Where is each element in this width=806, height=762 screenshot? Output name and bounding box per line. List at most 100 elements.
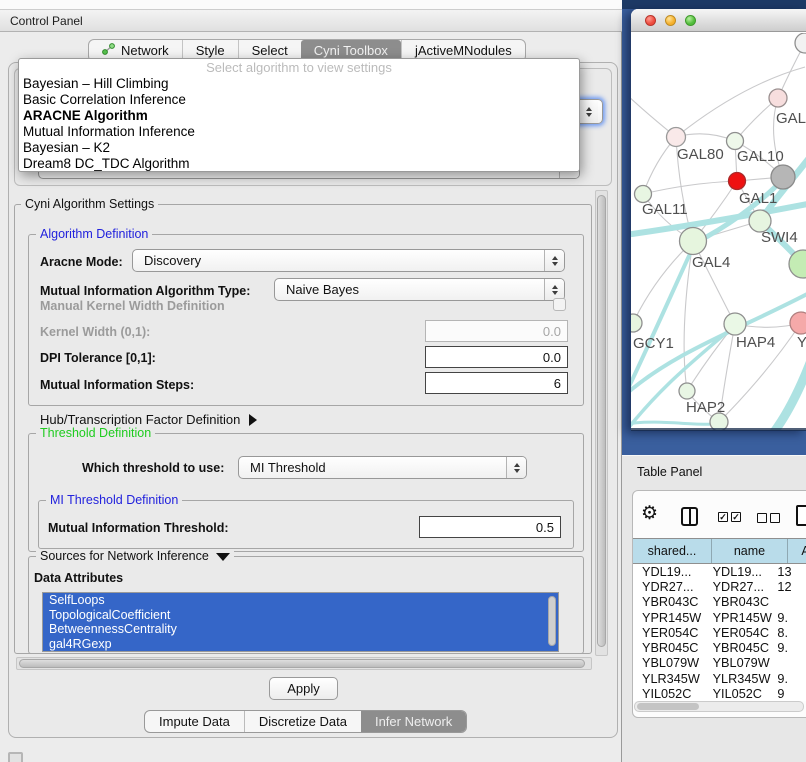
expand-arrow-icon[interactable] — [249, 414, 257, 426]
network-node[interactable] — [724, 313, 746, 335]
algorithm-dropdown-list[interactable]: Select algorithm to view settings Bayesi… — [18, 58, 580, 172]
dropdown-item[interactable]: Mutual Information Inference — [19, 124, 579, 140]
table-cell: YLR345W — [705, 672, 774, 686]
attribute-item[interactable]: gal4RGexp — [43, 637, 558, 652]
mi-threshold-input[interactable]: 0.5 — [419, 516, 561, 538]
manual-kernel-width-checkbox[interactable] — [553, 298, 566, 311]
column-header[interactable]: shared... — [633, 539, 712, 563]
deselect-all-checkbox-icon[interactable] — [757, 513, 767, 523]
table-header-row[interactable]: shared...nameA — [633, 538, 806, 564]
mi-steps-input[interactable]: 6 — [425, 372, 568, 394]
column-header[interactable]: name — [712, 539, 788, 563]
hscroll-thumb[interactable] — [19, 659, 585, 668]
node-label: GAL4 — [692, 254, 730, 271]
table-cell: YDL19... — [633, 565, 705, 579]
table-cell: 13 — [773, 565, 806, 579]
data-attributes-list[interactable]: SelfLoopsTopologicalCoefficientBetweenne… — [42, 592, 559, 652]
table-row[interactable]: YDR27...YDR27...12 — [633, 579, 806, 594]
network-node[interactable] — [790, 312, 806, 334]
sources-group-title[interactable]: Sources for Network Inference — [36, 549, 234, 563]
dropdown-item[interactable]: Bayesian – Hill Climbing — [19, 76, 579, 92]
tab-infer-network[interactable]: Infer Network — [361, 711, 466, 732]
which-threshold-combobox[interactable]: MI Threshold — [238, 456, 527, 479]
apply-button[interactable]: Apply — [269, 677, 338, 700]
hub-definition-toggle[interactable]: Hub/Transcription Factor Definition — [40, 412, 257, 427]
network-node[interactable] — [727, 133, 744, 150]
control-panel-titlebar[interactable]: Control Panel ✕ — [0, 9, 622, 32]
combo-stepper-icon[interactable] — [544, 250, 564, 271]
table-cell: YER054C — [633, 626, 705, 640]
table-rows[interactable]: YDL19...YDL19...13YDR27...YDR27...12YBR0… — [633, 564, 806, 701]
zoom-traffic-light[interactable] — [685, 15, 696, 26]
dropdown-item[interactable]: ARACNE Algorithm — [19, 108, 579, 124]
table-horizontal-scrollbar[interactable] — [634, 701, 804, 712]
network-node[interactable] — [771, 165, 795, 189]
minimize-traffic-light[interactable] — [665, 15, 676, 26]
select-all-checkbox-icon[interactable]: ✓ — [718, 512, 728, 522]
columns-icon[interactable] — [681, 507, 698, 526]
close-traffic-light[interactable] — [645, 15, 656, 26]
kernel-width-label: Kernel Width (0,1): — [40, 325, 150, 339]
dropdown-items: Bayesian – Hill ClimbingBasic Correlatio… — [19, 76, 579, 173]
table-row[interactable]: YBL079WYBL079W — [633, 656, 806, 671]
table-cell: YIL052C — [705, 687, 774, 701]
dropdown-item[interactable]: Basic Correlation Inference — [19, 92, 579, 108]
tab-discretize-data[interactable]: Discretize Data — [244, 711, 361, 732]
network-window-titlebar[interactable] — [631, 9, 806, 32]
network-edge-weighted[interactable] — [774, 363, 806, 430]
network-canvas[interactable]: GALGAL80GAL10GAL1GAL11SWI4GAL4GCY1HAP4YH… — [631, 33, 806, 430]
mi-steps-label: Mutual Information Steps: — [40, 378, 194, 392]
select-all-checkbox-icon[interactable]: ✓ — [731, 512, 741, 522]
table-cell: YBL079W — [705, 656, 774, 670]
gear-icon[interactable]: ⚙ — [641, 504, 658, 523]
combo-stepper-icon[interactable] — [578, 100, 598, 123]
table-row[interactable]: YER054CYER054C8. — [633, 625, 806, 640]
dpi-tolerance-input[interactable]: 0.0 — [425, 346, 568, 368]
deselect-all-checkbox-icon[interactable] — [770, 513, 780, 523]
table-row[interactable]: YBR043CYBR043C — [633, 595, 806, 610]
table-row[interactable]: YPR145WYPR145W9. — [633, 610, 806, 625]
table-hscroll-thumb[interactable] — [637, 703, 699, 710]
table-cell: YDR27... — [705, 580, 774, 594]
collapse-arrow-icon[interactable] — [216, 553, 230, 561]
dropdown-item[interactable]: Bayesian – K2 — [19, 140, 579, 156]
mi-algorithm-type-combobox[interactable]: Naive Bayes — [274, 278, 565, 301]
network-node[interactable] — [795, 33, 806, 53]
tab-impute-data[interactable]: Impute Data — [145, 711, 244, 732]
table-cell: YPR145W — [633, 611, 705, 625]
algorithm-combobox-fragment[interactable] — [577, 99, 603, 124]
table-row[interactable]: YBR045CYBR045C9. — [633, 640, 806, 655]
dropdown-item[interactable]: Dream8 DC_TDC Algorithm — [19, 156, 579, 172]
network-node[interactable] — [769, 89, 787, 107]
settings-horizontal-scrollbar[interactable] — [16, 657, 592, 670]
node-label: HAP4 — [736, 334, 775, 351]
network-node[interactable] — [680, 228, 707, 255]
vscroll-thumb[interactable] — [597, 195, 606, 647]
combo-stepper-icon[interactable] — [506, 457, 526, 478]
aracne-mode-combobox[interactable]: Discovery — [132, 249, 565, 272]
node-label: Y — [797, 334, 806, 351]
table-cell: 9. — [773, 611, 806, 625]
attribute-item[interactable]: SelfLoops — [43, 593, 558, 608]
document-icon[interactable] — [796, 505, 806, 526]
column-header[interactable]: A — [788, 539, 806, 563]
minimized-panel-icon[interactable] — [8, 752, 23, 762]
network-edge-weighted[interactable] — [631, 422, 719, 424]
network-node[interactable] — [729, 173, 746, 190]
network-node[interactable] — [679, 383, 695, 399]
combo-stepper-icon[interactable] — [544, 279, 564, 300]
table-row[interactable]: YLR345WYLR345W9. — [633, 671, 806, 686]
network-window-bottom-edge — [631, 428, 806, 431]
kernel-width-input[interactable]: 0.0 — [425, 320, 568, 342]
settings-vertical-scrollbar[interactable] — [595, 190, 608, 656]
attribute-item[interactable]: BetweennessCentrality — [43, 622, 558, 637]
table-row[interactable]: YIL052CYIL052C9 — [633, 686, 806, 701]
table-row[interactable]: YDL19...YDL19...13 — [633, 564, 806, 579]
network-node[interactable] — [667, 128, 686, 147]
network-node[interactable] — [635, 186, 652, 203]
network-node[interactable] — [631, 314, 642, 332]
list-scrollbar[interactable] — [548, 596, 556, 646]
attribute-item[interactable]: TopologicalCoefficient — [43, 608, 558, 623]
node-label: GAL — [776, 110, 806, 127]
network-edge[interactable] — [643, 181, 737, 194]
